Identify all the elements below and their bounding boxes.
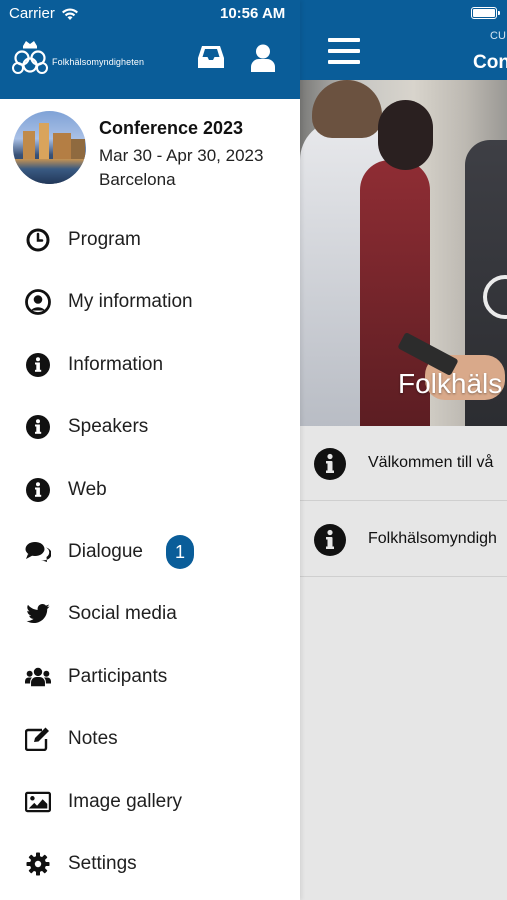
menu-item-speakers[interactable]: Speakers <box>0 395 300 457</box>
gear-icon <box>26 852 50 876</box>
brand-logo: Folkhälsomyndigheten <box>12 40 144 78</box>
news-item-text: Välkommen till vå <box>368 454 494 471</box>
info-icon <box>26 477 50 502</box>
menu-item-participants[interactable]: Participants <box>0 645 300 707</box>
menu-item-label: Notes <box>68 728 118 750</box>
unread-badge: 1 <box>166 534 194 569</box>
info-icon <box>26 415 50 440</box>
drawer-header: Carrier 10:56 AM Folkhälsomyndigheten <box>0 0 300 99</box>
menu-item-label: Speakers <box>68 416 149 438</box>
edit-icon <box>25 727 49 752</box>
status-time: 10:56 AM <box>220 5 286 22</box>
image-icon <box>25 791 51 812</box>
user-circle-icon <box>25 289 51 316</box>
menu-item-social-media[interactable]: Social media <box>0 582 300 644</box>
status-carrier: Carrier <box>9 5 79 22</box>
menu-item-label: Dialogue <box>68 540 143 562</box>
info-icon <box>314 524 346 556</box>
menu-item-information[interactable]: Information <box>0 333 300 395</box>
conference-city: Barcelona <box>99 170 176 189</box>
crown-logo-icon <box>12 41 48 74</box>
menu-item-label: Participants <box>68 665 168 687</box>
hero-image: Folkhäls <box>300 80 507 426</box>
menu-item-label: Image gallery <box>68 790 183 812</box>
conference-dates: Mar 30 - Apr 30, 2023 <box>99 146 264 165</box>
wifi-icon <box>61 7 78 20</box>
menu-item-dialogue[interactable]: Dialogue 1 <box>0 520 300 582</box>
main-header: CU Con <box>300 0 507 80</box>
chat-icon <box>25 541 51 562</box>
menu-item-web[interactable]: Web <box>0 458 300 520</box>
menu-item-my-information[interactable]: My information <box>0 270 300 332</box>
main-screen: CU Con Folkhäls Välkommen till vå Folkhä… <box>300 0 507 900</box>
info-icon <box>26 352 50 377</box>
hero-title: Folkhäls <box>398 368 503 399</box>
user-profile-icon[interactable] <box>251 44 275 72</box>
inbox-icon[interactable] <box>197 44 225 70</box>
menu-item-notes[interactable]: Notes <box>0 707 300 769</box>
battery-indicator <box>467 6 500 20</box>
info-icon <box>314 448 346 480</box>
drawer-menu: Program My information Information Speak… <box>0 208 300 894</box>
menu-item-label: Social media <box>68 603 177 625</box>
users-icon <box>25 667 51 687</box>
carrier-label: Carrier <box>9 5 55 22</box>
twitter-icon <box>26 604 50 624</box>
news-item-text: Folkhälsomyndigh <box>368 530 497 547</box>
clock-icon <box>26 228 50 252</box>
logo-text: Folkhälsomyndigheten <box>52 57 145 67</box>
header-subtitle: CU <box>490 30 506 42</box>
header-title: Con <box>473 52 507 73</box>
conference-image <box>13 111 86 184</box>
menu-item-settings[interactable]: Settings <box>0 832 300 894</box>
navigation-drawer: Carrier 10:56 AM Folkhälsomyndigheten Co… <box>0 0 300 900</box>
conference-card[interactable]: Conference 2023 Mar 30 - Apr 30, 2023 Ba… <box>0 99 300 199</box>
menu-item-label: Web <box>68 478 107 500</box>
menu-item-program[interactable]: Program <box>0 208 300 270</box>
menu-item-label: Information <box>68 353 164 375</box>
menu-item-label: My information <box>68 291 193 313</box>
menu-button[interactable] <box>328 38 360 66</box>
menu-item-label: Program <box>68 229 141 250</box>
battery-icon <box>471 7 500 19</box>
menu-item-label: Settings <box>68 852 137 874</box>
conference-title: Conference 2023 <box>99 118 244 138</box>
news-item[interactable]: Folkhälsomyndigh <box>300 502 507 577</box>
menu-item-image-gallery[interactable]: Image gallery <box>0 770 300 832</box>
news-item[interactable]: Välkommen till vå <box>300 426 507 501</box>
